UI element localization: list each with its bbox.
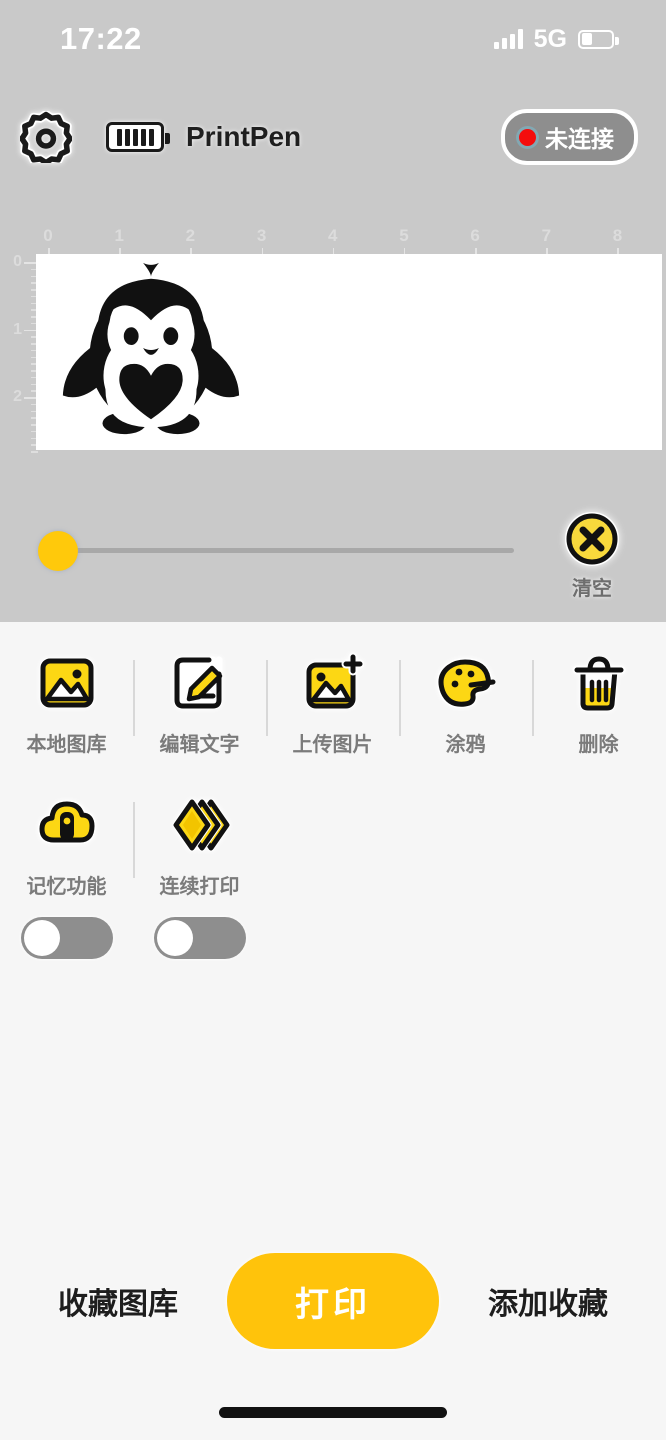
continuous-print-icon xyxy=(169,794,231,856)
memory-function-icon xyxy=(36,794,98,856)
status-indicators: 5G xyxy=(493,24,619,54)
tool-local-gallery[interactable]: 本地图库 xyxy=(0,652,133,757)
app-header: PrintPen 未连接 xyxy=(0,100,666,174)
gear-icon[interactable] xyxy=(17,110,75,168)
clear-canvas-label: 清空 xyxy=(572,578,612,600)
ruler-tick-label: 6 xyxy=(470,228,480,245)
tool-label: 删除 xyxy=(578,734,619,756)
home-indicator xyxy=(219,1407,447,1418)
doodle-palette-icon xyxy=(435,652,497,714)
status-time: 17:22 xyxy=(60,21,142,56)
tools-sheet: 本地图库 编辑文字 上传图片 涂鸦 删除 记忆功能 连续打印 收藏图库 打印 添… xyxy=(0,622,666,1440)
ruler-tick-label: 0 xyxy=(13,254,22,270)
density-slider-thumb[interactable] xyxy=(38,531,78,571)
device-battery-icon xyxy=(106,122,170,152)
clear-canvas-button[interactable]: 清空 xyxy=(550,512,634,601)
tool-continuous-print[interactable]: 连续打印 xyxy=(133,794,266,959)
ruler-tick-label: 3 xyxy=(256,228,267,245)
favorites-gallery-button[interactable]: 收藏图库 xyxy=(58,1279,178,1323)
ruler-tick xyxy=(31,451,38,453)
tool-label: 记忆功能 xyxy=(26,876,107,898)
connection-status-label: 未连接 xyxy=(545,126,614,152)
ruler-tick-label: 2 xyxy=(185,228,196,245)
tool-memory-function[interactable]: 记忆功能 xyxy=(0,794,133,959)
ruler-tick-label: 0 xyxy=(43,228,53,245)
edit-text-icon xyxy=(169,652,231,714)
add-favorite-button[interactable]: 添加收藏 xyxy=(488,1279,608,1323)
tool-edit-text[interactable]: 编辑文字 xyxy=(133,652,266,757)
slider-row: 清空 xyxy=(0,498,666,608)
memory-function-toggle[interactable] xyxy=(20,917,113,959)
tool-label: 本地图库 xyxy=(26,734,107,756)
network-type-label: 5G xyxy=(533,24,567,53)
tool-upload-image[interactable]: 上传图片 xyxy=(266,652,399,757)
ruler-tick-label: 1 xyxy=(114,228,124,245)
ruler-tick-label: 4 xyxy=(328,228,338,245)
ruler-tick-label: 1 xyxy=(13,320,22,338)
toggle-knob xyxy=(23,920,60,956)
ruler-tick-label: 2 xyxy=(13,388,22,406)
connection-status-dot xyxy=(519,128,536,146)
local-gallery-icon xyxy=(36,652,98,714)
penguin-sticker[interactable] xyxy=(52,248,250,448)
ruler-tick-label: 5 xyxy=(399,228,409,245)
vertical-ruler: 0 1 2 xyxy=(6,254,38,458)
ruler-tick-label: 7 xyxy=(541,228,552,245)
upload-image-icon xyxy=(302,652,364,714)
tool-label: 涂鸦 xyxy=(445,734,486,756)
tools-row-primary: 本地图库 编辑文字 上传图片 涂鸦 删除 xyxy=(0,652,666,757)
ruler-tick-label: 8 xyxy=(612,228,623,245)
status-bar: 17:22 5G xyxy=(0,0,666,78)
print-canvas[interactable] xyxy=(36,254,662,450)
canvas-area[interactable]: 0 1 2 3 4 5 6 7 8 0 1 2 xyxy=(0,228,666,458)
bottom-action-bar: 收藏图库 打印 添加收藏 xyxy=(0,1246,666,1356)
toggle-knob xyxy=(156,920,193,956)
tool-doodle[interactable]: 涂鸦 xyxy=(399,652,532,757)
battery-icon xyxy=(578,29,619,49)
tool-label: 连续打印 xyxy=(159,876,240,898)
connection-status-badge[interactable]: 未连接 xyxy=(501,109,638,165)
tools-row-toggles: 记忆功能 连续打印 xyxy=(0,794,666,959)
trash-icon xyxy=(568,652,630,714)
device-name: PrintPen xyxy=(186,121,302,152)
clear-circle-x-icon xyxy=(565,512,619,566)
signal-bars-icon xyxy=(493,29,523,49)
print-button[interactable]: 打印 xyxy=(227,1253,439,1349)
tool-label: 编辑文字 xyxy=(159,734,240,756)
continuous-print-toggle[interactable] xyxy=(153,917,246,959)
density-slider-track[interactable] xyxy=(44,548,514,553)
tool-delete[interactable]: 删除 xyxy=(532,652,665,757)
tool-label: 上传图片 xyxy=(292,734,373,756)
top-preview-region: 17:22 5G PrintPen 未连接 0 1 2 3 4 5 6 7 8 0 1 2 清空 xyxy=(0,0,666,622)
